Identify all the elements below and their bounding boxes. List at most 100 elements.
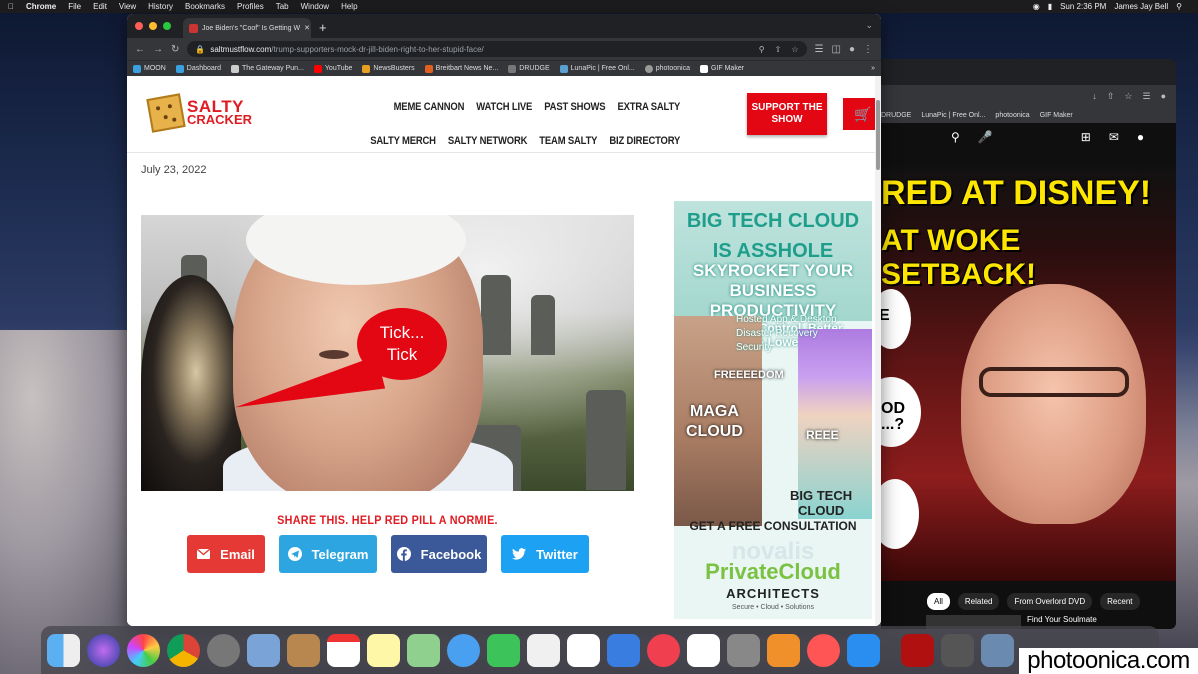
share-icon[interactable]: ⇧: [775, 45, 782, 54]
active-tab[interactable]: Joe Biden's "Coof" Is Getting W ✕: [183, 18, 311, 38]
music-icon[interactable]: [807, 633, 840, 667]
back-icon[interactable]: ←: [135, 44, 145, 55]
preview-icon[interactable]: [527, 633, 560, 667]
system-preferences-icon[interactable]: [727, 633, 760, 667]
bell-icon[interactable]: ✉: [1109, 130, 1119, 144]
maps-icon[interactable]: [407, 633, 440, 667]
nav-meme-cannon[interactable]: MEME CANNON: [394, 90, 465, 124]
side-panel-icon[interactable]: ◫: [832, 44, 841, 55]
nav-past-shows[interactable]: PAST SHOWS: [544, 90, 605, 124]
share-email-button[interactable]: Email: [187, 535, 265, 573]
siri-icon[interactable]: [87, 633, 120, 667]
bookmark-gateway-pundit[interactable]: The Gateway Pun...: [231, 64, 304, 73]
chip-recent[interactable]: Recent: [1100, 592, 1140, 610]
finder-icon[interactable]: [47, 633, 80, 667]
new-tab-button[interactable]: +: [319, 20, 327, 35]
screenshot-icon[interactable]: [981, 633, 1014, 667]
reading-list-icon[interactable]: ☰: [1142, 91, 1150, 102]
star-icon[interactable]: ☆: [1124, 91, 1132, 102]
flash-icon[interactable]: [901, 633, 934, 667]
close-window-icon[interactable]: [135, 22, 143, 30]
zoom-icon[interactable]: ⚲: [759, 45, 765, 54]
bookmark-lunapic[interactable]: LunaPic | Free Onl...: [921, 112, 985, 119]
menubar-clock[interactable]: Sun 2:36 PM: [1060, 2, 1106, 11]
zoom-window-icon[interactable]: [163, 22, 171, 30]
calculator-icon[interactable]: [941, 633, 974, 667]
create-icon[interactable]: ⊞: [1081, 130, 1091, 144]
profile-avatar[interactable]: ●: [849, 44, 855, 55]
menubar-user[interactable]: James Jay Bell: [1114, 2, 1168, 11]
menu-bookmarks[interactable]: Bookmarks: [185, 2, 225, 11]
more-bookmarks-icon[interactable]: »: [871, 65, 875, 72]
calendar-icon[interactable]: [327, 633, 360, 667]
share-twitter-button[interactable]: Twitter: [501, 535, 589, 573]
notes-icon[interactable]: [367, 633, 400, 667]
search-icon[interactable]: ⚲: [951, 130, 960, 144]
menu-edit[interactable]: Edit: [93, 2, 107, 11]
mail-stamp-icon[interactable]: [247, 633, 280, 667]
menu-history[interactable]: History: [148, 2, 173, 11]
chip-overlord[interactable]: From Overlord DVD: [1007, 592, 1093, 610]
bookmark-star-icon[interactable]: ☆: [791, 45, 798, 54]
bookmark-lunapic[interactable]: LunaPic | Free Onl...: [559, 64, 635, 73]
bookmark-photoonica[interactable]: photoonica: [995, 112, 1029, 119]
menu-tab[interactable]: Tab: [276, 2, 289, 11]
spotlight-icon[interactable]: ⚲: [1176, 2, 1182, 11]
bookmark-youtube[interactable]: YouTube: [313, 64, 352, 73]
reading-list-icon[interactable]: ☰: [815, 44, 824, 55]
bookmark-gif-maker[interactable]: GIF Maker: [1040, 112, 1073, 119]
forward-icon[interactable]: →: [153, 44, 163, 55]
sidebar-ad[interactable]: BIG TECH CLOUD IS ASSHOLE SKYROCKET YOUR…: [674, 201, 872, 619]
menu-kebab-icon[interactable]: ⋮: [863, 44, 873, 55]
nav-watch-live[interactable]: WATCH LIVE: [476, 90, 532, 124]
nav-extra-salty[interactable]: EXTRA SALTY: [617, 90, 680, 124]
share-telegram-button[interactable]: Telegram: [279, 535, 377, 573]
bookmark-moon[interactable]: MOON: [133, 64, 166, 73]
contacts-icon[interactable]: [287, 633, 320, 667]
bookmark-photoonica[interactable]: photoonica: [644, 64, 690, 73]
share-facebook-button[interactable]: Facebook: [391, 535, 487, 573]
photos-icon[interactable]: [127, 633, 160, 667]
minimize-window-icon[interactable]: [149, 22, 157, 30]
bookmark-gif-maker[interactable]: GIF Maker: [699, 64, 744, 73]
page-scrollbar[interactable]: [875, 76, 881, 626]
nav-biz-directory[interactable]: BIZ DIRECTORY: [609, 124, 680, 158]
news-icon[interactable]: [647, 633, 680, 667]
nav-salty-network[interactable]: SALTY NETWORK: [448, 124, 528, 158]
menu-window[interactable]: Window: [301, 2, 329, 11]
featured-image[interactable]: Tick... Tick: [141, 215, 634, 491]
menu-profiles[interactable]: Profiles: [237, 2, 264, 11]
apple-icon[interactable]: : [8, 2, 14, 11]
menu-view[interactable]: View: [119, 2, 136, 11]
support-the-show-button[interactable]: SUPPORT THE SHOW: [747, 93, 827, 135]
bookmark-dashboard[interactable]: Dashboard: [175, 64, 221, 73]
download-icon[interactable]: ↓: [1092, 91, 1097, 101]
mic-icon[interactable]: 🎤: [978, 130, 993, 144]
facetime-icon[interactable]: [487, 633, 520, 667]
numbers-icon[interactable]: [567, 633, 600, 667]
scrollbar-thumb[interactable]: [876, 100, 880, 170]
profile-icon[interactable]: ●: [1161, 91, 1166, 101]
close-tab-icon[interactable]: ✕: [304, 24, 310, 32]
app-store-icon[interactable]: [847, 633, 880, 667]
bookmark-breitbart[interactable]: Breitbart News Ne...: [424, 64, 498, 73]
messages-icon[interactable]: [447, 633, 480, 667]
address-bar[interactable]: 🔒 saltmustflow.com /trump-supporters-moc…: [187, 41, 807, 57]
site-logo[interactable]: SALTY CRACKER: [146, 93, 252, 133]
launchpad-icon[interactable]: [207, 633, 240, 667]
menu-file[interactable]: File: [68, 2, 81, 11]
battery-icon[interactable]: ▮: [1048, 2, 1052, 11]
chip-all[interactable]: All: [927, 592, 950, 610]
books-icon[interactable]: [767, 633, 800, 667]
bookmark-drudge[interactable]: DRUDGE: [508, 64, 550, 73]
chrome-icon[interactable]: [167, 633, 200, 667]
keynote-icon[interactable]: [607, 633, 640, 667]
bookmark-drudge[interactable]: DRUDGE: [881, 112, 911, 119]
menubar-app-name[interactable]: Chrome: [26, 2, 56, 11]
avatar[interactable]: ●: [1137, 130, 1144, 144]
tab-search-icon[interactable]: ⌄: [865, 20, 873, 31]
bookmark-newsbusters[interactable]: NewsBusters: [362, 64, 415, 73]
lock-icon[interactable]: 🔒: [195, 45, 205, 54]
reminders-icon[interactable]: [687, 633, 720, 667]
chip-related[interactable]: Related: [957, 592, 1000, 610]
